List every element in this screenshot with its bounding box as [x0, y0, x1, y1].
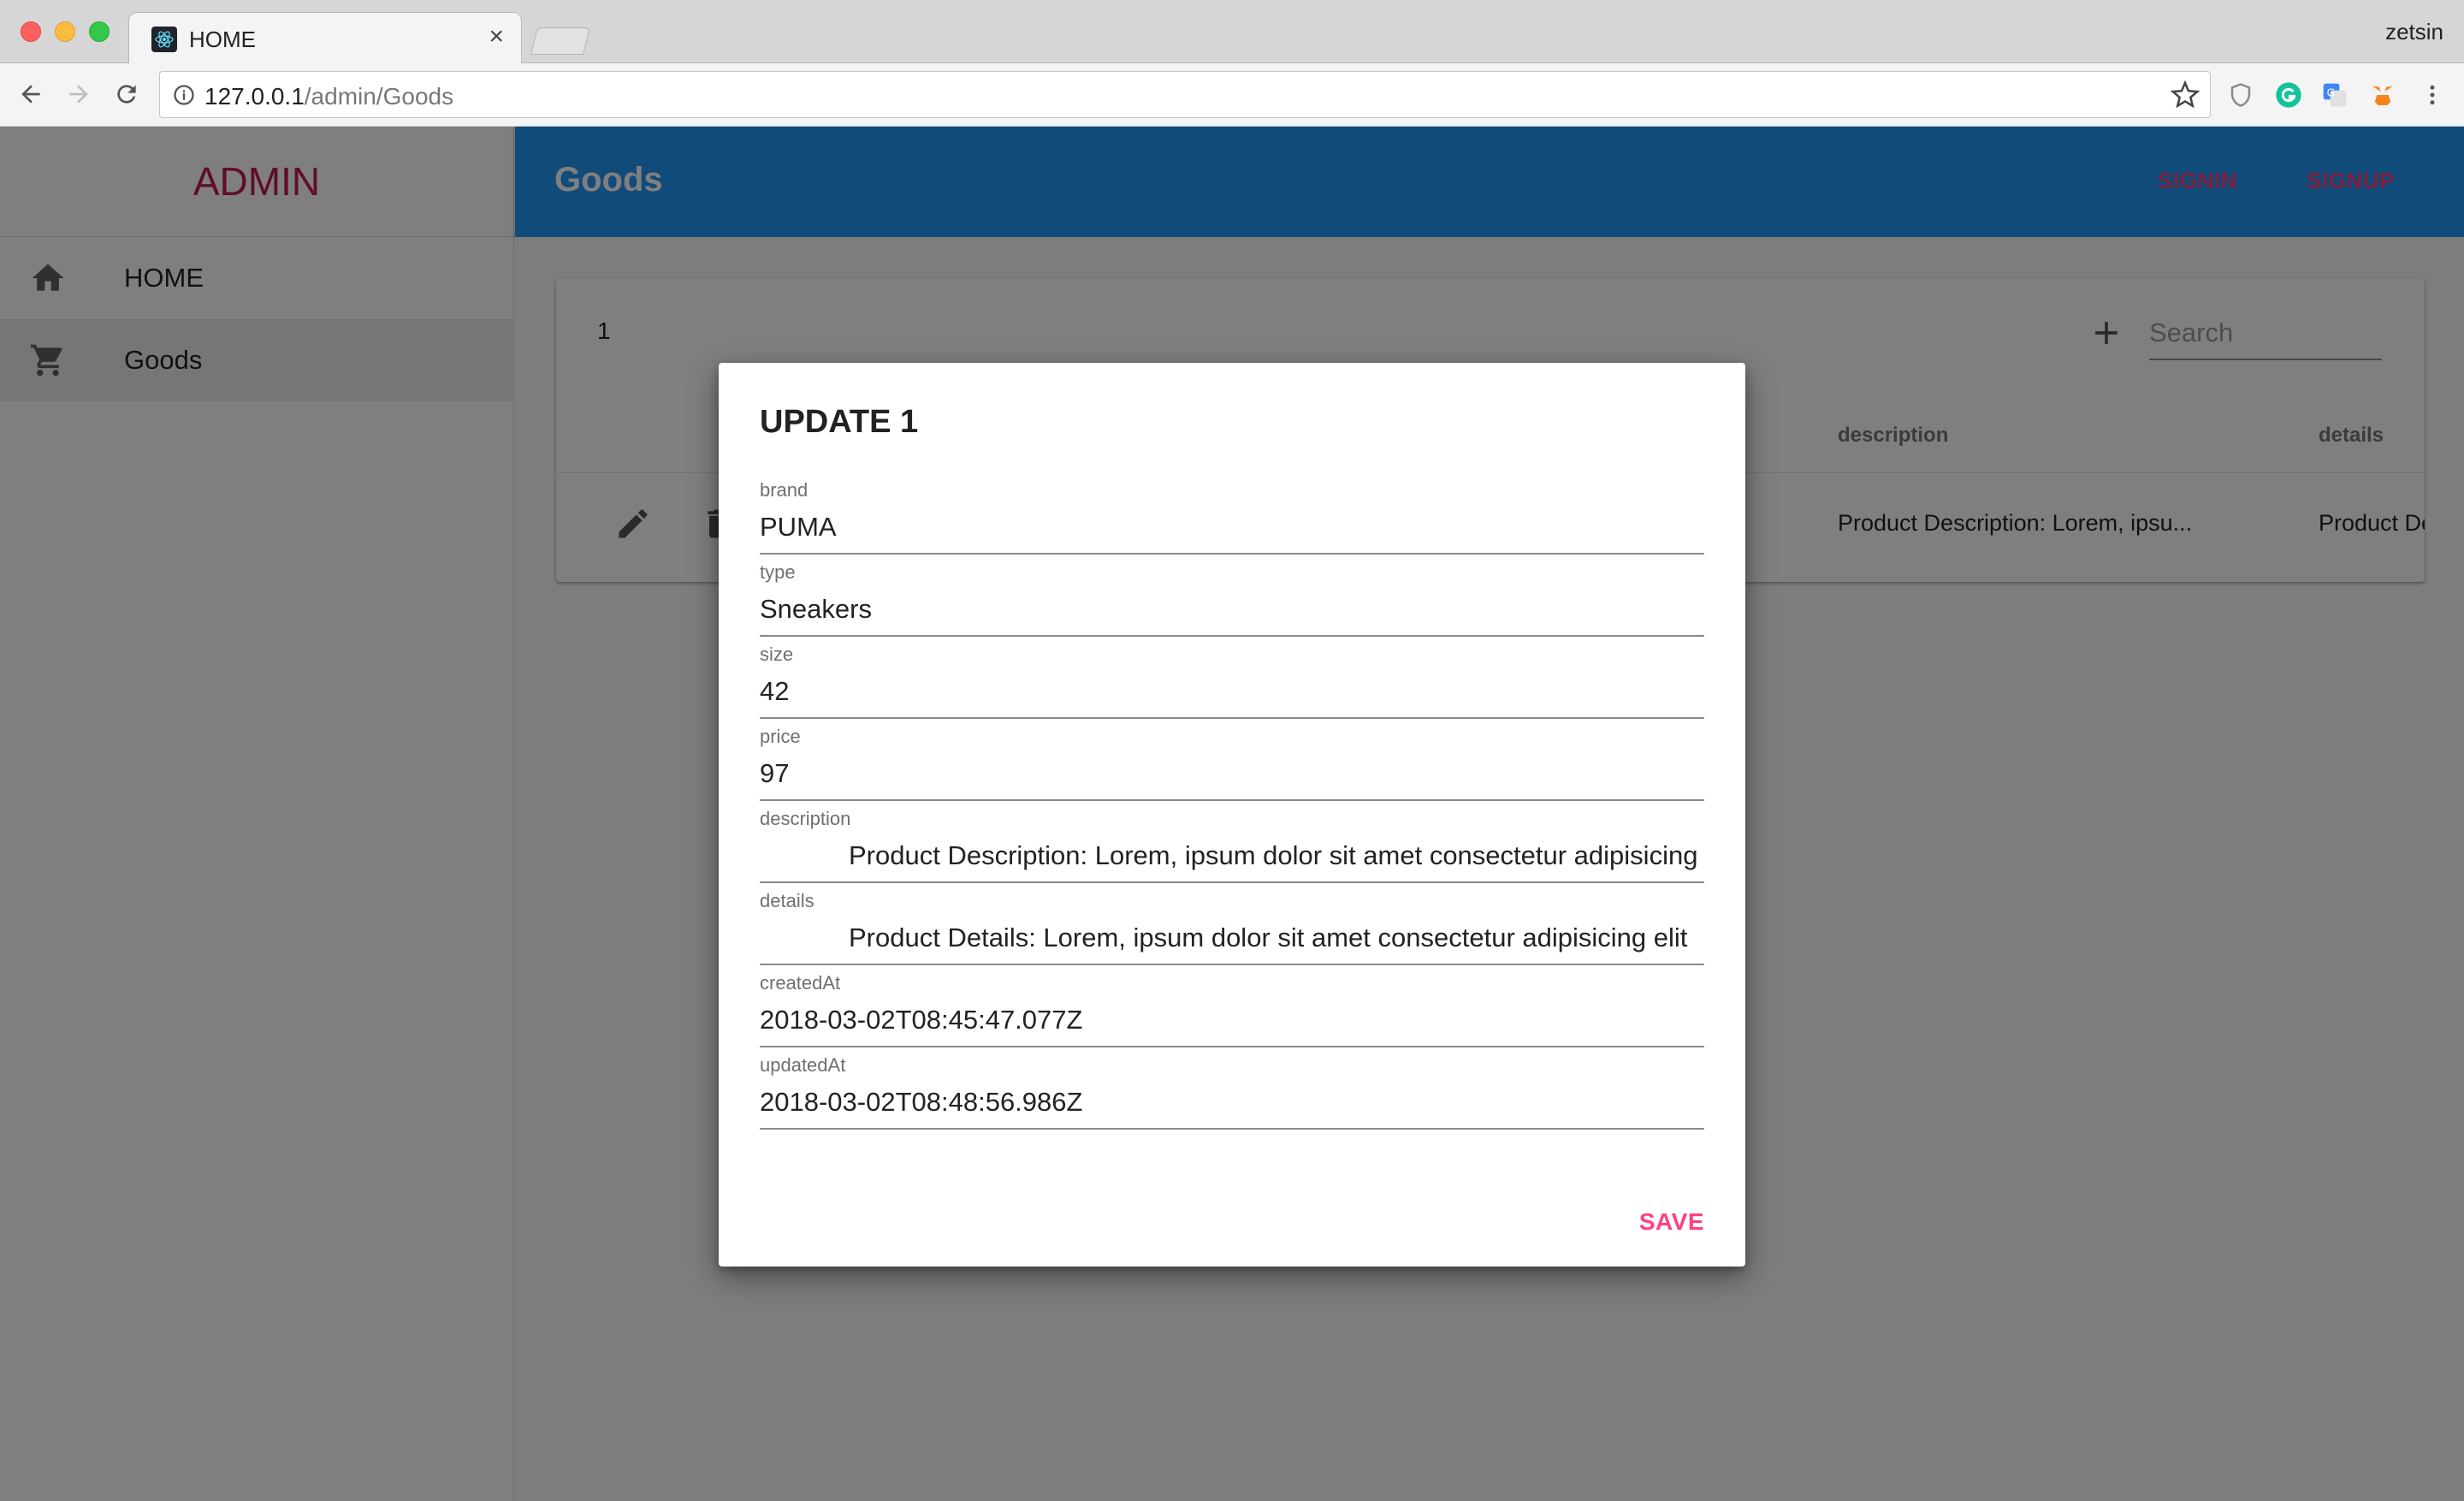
field-label: brand: [760, 479, 808, 501]
browser-toolbar: 127.0.0.1/admin/Goods G: [0, 63, 2464, 127]
field-underline: [760, 1128, 1704, 1130]
field-label: details: [760, 890, 814, 911]
address-bar[interactable]: 127.0.0.1/admin/Goods: [159, 71, 2211, 118]
field-underline: [760, 1046, 1704, 1047]
bookmark-star-icon[interactable]: [2170, 80, 2200, 114]
field-underline: [760, 635, 1704, 637]
updated-at-field[interactable]: updatedAt 2018-03-02T08:48:56.986Z: [760, 1054, 1704, 1136]
window-zoom-button[interactable]: [89, 21, 110, 42]
react-logo-icon: [151, 27, 177, 52]
field-label: type: [760, 561, 796, 583]
browser-menu-icon[interactable]: [2418, 80, 2447, 110]
reload-icon[interactable]: [110, 77, 144, 111]
details-field[interactable]: details Product Details: Lorem, ipsum do…: [760, 890, 1704, 972]
shield-extension-icon[interactable]: [2226, 80, 2255, 110]
grammarly-extension-icon[interactable]: [2274, 80, 2303, 110]
window-minimize-button[interactable]: [55, 21, 75, 42]
info-icon[interactable]: [172, 83, 196, 111]
window-close-button[interactable]: [21, 21, 41, 42]
field-label: updatedAt: [760, 1054, 846, 1076]
forward-arrow-icon[interactable]: [62, 77, 96, 111]
update-dialog: UPDATE 1 brand PUMA type Sneakers size 4…: [719, 363, 1745, 1267]
screen: HOME × zetsin 127.0.0.1/admin/Goods G Se…: [0, 0, 2464, 1501]
save-button[interactable]: SAVE: [1639, 1208, 1704, 1236]
url-host: 127.0.0.1: [204, 83, 305, 110]
tab-close-icon[interactable]: ×: [489, 24, 504, 50]
url-text: 127.0.0.1/admin/Goods: [204, 83, 453, 110]
field-value[interactable]: Product Description: Lorem, ipsum dolor …: [760, 840, 1704, 871]
field-value[interactable]: PUMA: [760, 512, 1704, 543]
browser-tab-home[interactable]: HOME ×: [128, 12, 522, 64]
description-field[interactable]: description Product Description: Lorem, …: [760, 808, 1704, 890]
created-at-field[interactable]: createdAt 2018-03-02T08:45:47.077Z: [760, 972, 1704, 1054]
field-label: createdAt: [760, 972, 841, 994]
dialog-title: UPDATE 1: [760, 404, 919, 440]
url-path: /admin/Goods: [304, 83, 454, 110]
price-field[interactable]: price 97: [760, 726, 1704, 808]
field-value[interactable]: Product Details: Lorem, ipsum dolor sit …: [760, 923, 1704, 953]
tab-title: HOME: [189, 27, 256, 52]
browser-tab-strip: HOME × zetsin: [0, 0, 2464, 64]
field-label: price: [760, 726, 801, 747]
svg-text:G: G: [2327, 86, 2335, 98]
field-underline: [760, 553, 1704, 555]
field-underline: [760, 881, 1704, 883]
field-label: size: [760, 644, 794, 665]
new-tab-button[interactable]: [530, 27, 590, 55]
size-field[interactable]: size 42: [760, 644, 1704, 726]
field-label: description: [760, 808, 851, 829]
field-value[interactable]: 2018-03-02T08:48:56.986Z: [760, 1087, 1704, 1118]
os-user-name: zetsin: [2385, 19, 2443, 44]
field-value[interactable]: 2018-03-02T08:45:47.077Z: [760, 1005, 1704, 1035]
brand-field[interactable]: brand PUMA: [760, 479, 1704, 561]
type-field[interactable]: type Sneakers: [760, 561, 1704, 644]
field-value[interactable]: 97: [760, 758, 1704, 789]
field-underline: [760, 799, 1704, 801]
field-underline: [760, 717, 1704, 719]
field-value[interactable]: 42: [760, 676, 1704, 707]
metamask-extension-icon[interactable]: [2368, 80, 2397, 110]
back-arrow-icon[interactable]: [14, 77, 48, 111]
translate-extension-icon[interactable]: G: [2320, 80, 2349, 110]
field-value[interactable]: Sneakers: [760, 594, 1704, 625]
field-underline: [760, 964, 1704, 965]
